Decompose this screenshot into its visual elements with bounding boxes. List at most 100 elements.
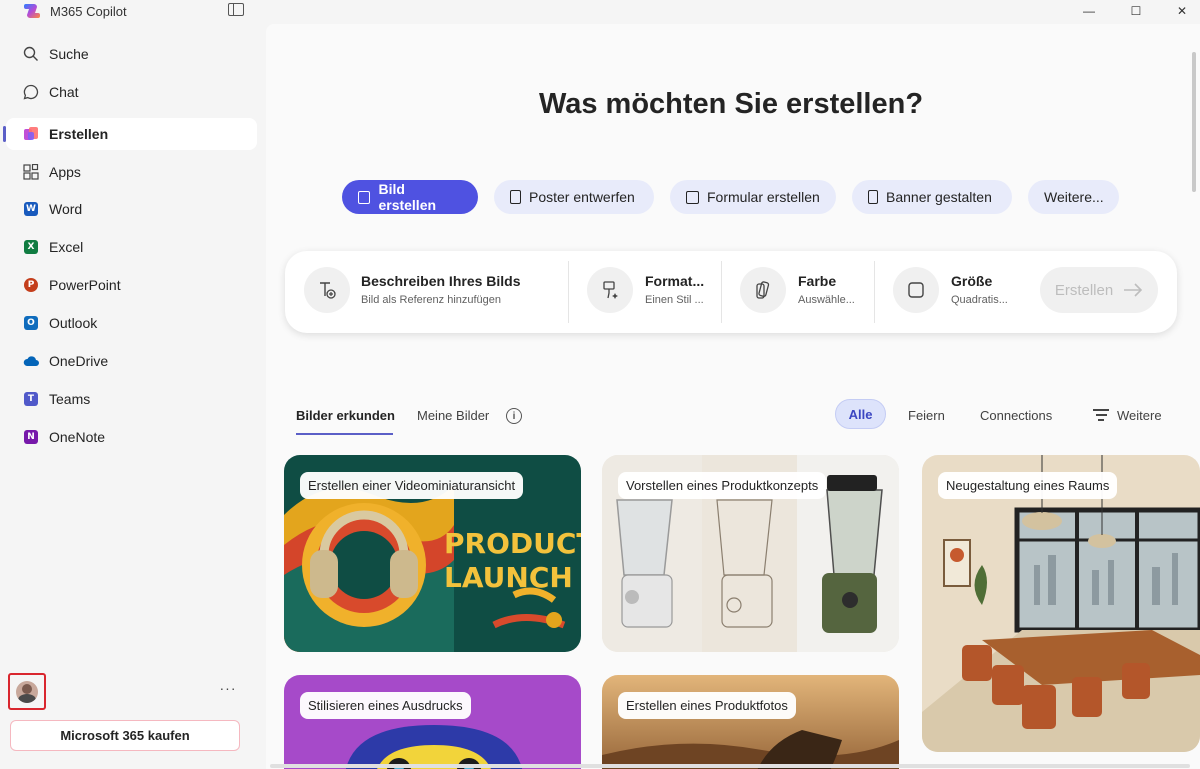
divider (874, 261, 875, 323)
sidebar-item-onenote[interactable]: N OneNote (6, 421, 257, 453)
sidebar-item-create[interactable]: Erstellen (3, 118, 257, 150)
main-content: Was möchten Sie erstellen? Bild erstelle… (266, 24, 1200, 769)
create-submit-button[interactable]: Erstellen (1040, 267, 1158, 313)
pill-label: Banner gestalten (886, 189, 992, 205)
pill-more[interactable]: Weitere... (1028, 180, 1119, 214)
more-options-button[interactable]: ··· (218, 680, 238, 700)
sidebar-item-label: Outlook (49, 315, 98, 331)
sidebar-item-chat[interactable]: Chat (6, 76, 257, 108)
onedrive-icon (23, 353, 39, 369)
minimize-button[interactable]: — (1066, 0, 1112, 22)
create-icon (23, 126, 39, 142)
sidebar: Suche Chat Erstellen Apps W Word X Excel… (0, 24, 266, 769)
tab-explore-images[interactable]: Bilder erkunden (296, 408, 395, 423)
banner-icon (868, 190, 878, 204)
chat-icon (23, 84, 39, 100)
sidebar-item-label: Erstellen (49, 126, 109, 142)
sidebar-item-label: Teams (49, 391, 91, 407)
excel-icon: X (23, 239, 39, 255)
format-subtitle: Einen Stil ... (645, 294, 704, 306)
pill-design-poster[interactable]: Poster entwerfen (494, 180, 654, 214)
text-add-icon[interactable] (304, 267, 350, 313)
filter-more[interactable]: Weitere (1117, 408, 1162, 423)
arrow-right-icon (1124, 283, 1143, 297)
vertical-scrollbar[interactable] (1192, 26, 1198, 766)
tab-underline (296, 433, 393, 435)
card-product-photo[interactable]: Erstellen eines Produktfotos (602, 675, 899, 769)
close-button[interactable]: ✕ (1159, 0, 1200, 22)
sidebar-item-label: Excel (49, 239, 84, 255)
sidebar-item-word[interactable]: W Word (6, 193, 257, 225)
pill-label: Bild erstellen (378, 181, 437, 213)
sidebar-item-excel[interactable]: X Excel (6, 231, 257, 263)
card-product-concept[interactable]: Vorstellen eines Produktkonzepts (602, 455, 899, 652)
pill-create-image[interactable]: Bild erstellen (342, 180, 478, 214)
search-icon (23, 46, 39, 62)
horizontal-scrollbar[interactable] (270, 764, 1190, 768)
active-indicator (3, 126, 6, 142)
teams-icon: T (23, 391, 39, 407)
color-title[interactable]: Farbe (798, 273, 836, 289)
sidebar-item-powerpoint[interactable]: P PowerPoint (6, 269, 257, 301)
filter-connections[interactable]: Connections (980, 408, 1052, 423)
style-brush-icon[interactable] (587, 267, 633, 313)
format-title[interactable]: Format... (645, 273, 704, 289)
word-icon: W (23, 201, 39, 217)
sidebar-item-onedrive[interactable]: OneDrive (6, 345, 257, 377)
outlook-tile: O (24, 316, 38, 330)
filter-all[interactable]: Alle (835, 399, 886, 429)
pill-design-banner[interactable]: Banner gestalten (852, 180, 1012, 214)
word-tile: W (24, 202, 38, 216)
sidebar-toggle-icon[interactable] (228, 3, 244, 16)
card-label: Erstellen einer Videominiaturansicht (300, 472, 524, 499)
create-button-label: Erstellen (1054, 281, 1114, 299)
sidebar-item-label: Suche (49, 46, 89, 62)
sidebar-item-label: OneDrive (49, 353, 109, 369)
maximize-button[interactable]: ☐ (1113, 0, 1159, 22)
form-icon (686, 190, 699, 204)
profile-avatar-button[interactable] (8, 673, 46, 710)
sidebar-item-label: OneNote (49, 429, 106, 445)
sidebar-item-label: PowerPoint (49, 277, 121, 293)
color-swatch-icon[interactable] (740, 267, 786, 313)
card-stylize-expression[interactable]: Stilisieren eines Ausdrucks (284, 675, 581, 769)
sidebar-item-teams[interactable]: T Teams (6, 383, 257, 415)
poster-icon (510, 190, 521, 204)
filter-lines-icon[interactable] (1093, 409, 1109, 421)
card-label: Neugestaltung eines Raums (938, 472, 1118, 499)
sidebar-item-search[interactable]: Suche (6, 38, 257, 70)
info-icon[interactable]: i (506, 408, 522, 424)
describe-subtitle: Bild als Referenz hinzufügen (361, 294, 502, 306)
square-size-icon[interactable] (893, 267, 939, 313)
size-subtitle: Quadratis... (951, 294, 1008, 306)
sidebar-item-apps[interactable]: Apps (6, 156, 257, 188)
size-title[interactable]: Größe (951, 273, 992, 289)
launch-art-text: LAUNCH (444, 561, 573, 594)
divider (568, 261, 569, 323)
product-art-text: PRODUCT (444, 527, 581, 560)
card-room-redesign[interactable]: Neugestaltung eines Raums (922, 455, 1200, 752)
excel-tile: X (24, 240, 38, 254)
pill-label: Formular erstellen (707, 189, 820, 205)
card-label: Erstellen eines Produktfotos (618, 692, 796, 719)
page-title: Was möchten Sie erstellen? (538, 88, 924, 120)
describe-title[interactable]: Beschreiben Ihres Bilds (361, 273, 521, 289)
copilot-logo-icon (24, 4, 40, 18)
pill-create-form[interactable]: Formular erstellen (670, 180, 836, 214)
card-video-thumbnail[interactable]: PRODUCT LAUNCH Erstellen einer Videomini… (284, 455, 581, 652)
title-bar: M365 Copilot — ☐ ✕ (0, 0, 1200, 24)
image-icon (358, 190, 371, 204)
filter-celebrate[interactable]: Feiern (908, 408, 945, 423)
app-title: M365 Copilot (50, 4, 127, 19)
buy-microsoft-365-button[interactable]: Microsoft 365 kaufen (10, 720, 240, 751)
scrollbar-thumb[interactable] (1192, 52, 1196, 192)
powerpoint-icon: P (23, 277, 39, 293)
stylized-expression-image (284, 675, 581, 769)
tab-my-images[interactable]: Meine Bilder (417, 408, 489, 423)
teams-tile: T (24, 392, 38, 406)
outlook-icon: O (23, 315, 39, 331)
sidebar-item-label: Apps (49, 164, 81, 180)
powerpoint-tile: P (24, 278, 38, 292)
sidebar-item-outlook[interactable]: O Outlook (6, 307, 257, 339)
apps-icon (23, 164, 39, 180)
